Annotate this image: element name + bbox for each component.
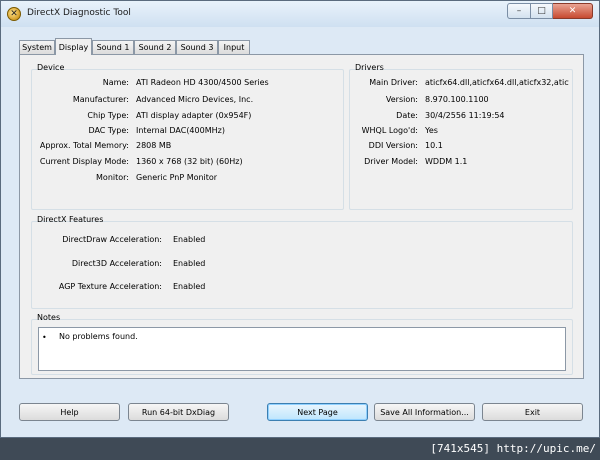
monitor-label: Monitor:	[96, 173, 129, 182]
driver-version-label: Version:	[385, 95, 418, 104]
next-page-button[interactable]: Next Page	[267, 403, 368, 421]
tab-input[interactable]: Input	[218, 40, 250, 54]
whql-value: Yes	[425, 126, 438, 135]
display-mode-value: 1360 x 768 (32 bit) (60Hz)	[136, 157, 243, 166]
driver-version-value: 8.970.100.1100	[425, 95, 489, 104]
tab-sound-1[interactable]: Sound 1	[92, 40, 134, 54]
window-title: DirectX Diagnostic Tool	[27, 8, 131, 18]
window-controls: – □ ✕	[507, 3, 593, 19]
tab-display[interactable]: Display	[55, 38, 92, 55]
direct3d-label: Direct3D Acceleration:	[71, 259, 162, 268]
driver-date-label: Date:	[396, 111, 418, 120]
directdraw-value: Enabled	[173, 235, 206, 244]
exit-button[interactable]: Exit	[482, 403, 583, 421]
manufacturer-label: Manufacturer:	[72, 95, 129, 104]
dac-type-value: Internal DAC(400MHz)	[136, 126, 225, 135]
agp-texture-value: Enabled	[173, 282, 206, 291]
save-all-information-button[interactable]: Save All Information...	[374, 403, 475, 421]
notes-bullet: •	[42, 333, 47, 342]
tab-sound-3[interactable]: Sound 3	[176, 40, 218, 54]
agp-texture-label: AGP Texture Acceleration:	[58, 282, 162, 291]
device-group-title: Device	[37, 63, 65, 72]
main-driver-value: aticfx64.dll,aticfx64.dll,aticfx32,aticf	[425, 78, 569, 87]
device-name-value: ATI Radeon HD 4300/4500 Series	[136, 78, 269, 87]
monitor-value: Generic PnP Monitor	[136, 173, 218, 182]
run-64bit-dxdiag-button[interactable]: Run 64-bit DxDiag	[128, 403, 229, 421]
directx-app-icon: ✕	[7, 7, 21, 21]
notes-text: No problems found.	[59, 332, 138, 341]
minimize-button[interactable]: –	[507, 3, 531, 19]
device-name-label: Name:	[102, 78, 129, 87]
drivers-group-title: Drivers	[355, 63, 384, 72]
maximize-button[interactable]: □	[531, 3, 553, 19]
ddi-version-value: 10.1	[425, 141, 443, 150]
total-memory-value: 2808 MB	[136, 141, 172, 150]
driver-model-value: WDDM 1.1	[425, 157, 468, 166]
tab-system[interactable]: System	[19, 40, 55, 54]
total-memory-label: Approx. Total Memory:	[39, 141, 129, 150]
device-group	[31, 69, 344, 210]
notes-textbox[interactable]: • No problems found.	[38, 327, 566, 371]
manufacturer-value: Advanced Micro Devices, Inc.	[136, 95, 254, 104]
display-mode-label: Current Display Mode:	[39, 157, 129, 166]
notes-title: Notes	[37, 313, 61, 322]
chip-type-label: Chip Type:	[87, 111, 129, 120]
help-button[interactable]: Help	[19, 403, 120, 421]
tab-sound-2[interactable]: Sound 2	[134, 40, 176, 54]
chip-type-value: ATI display adapter (0x954F)	[136, 111, 252, 120]
driver-date-value: 30/4/2556 11:19:54	[425, 111, 505, 120]
main-driver-label: Main Driver:	[369, 78, 418, 87]
direct3d-value: Enabled	[173, 259, 206, 268]
ddi-version-label: DDI Version:	[368, 141, 418, 150]
title-bar[interactable]: ✕ DirectX Diagnostic Tool – □ ✕	[1, 1, 599, 27]
dac-type-label: DAC Type:	[88, 126, 129, 135]
directx-features-title: DirectX Features	[37, 215, 104, 224]
watermark-text: [741x545] http://upic.me/	[430, 442, 596, 455]
close-button[interactable]: ✕	[553, 3, 593, 19]
whql-label: WHQL Logo'd:	[361, 126, 418, 135]
driver-model-label: Driver Model:	[364, 157, 418, 166]
drivers-group	[349, 69, 573, 210]
dxdiag-window: ✕ DirectX Diagnostic Tool – □ ✕ System D…	[0, 0, 600, 438]
directdraw-label: DirectDraw Acceleration:	[62, 235, 162, 244]
